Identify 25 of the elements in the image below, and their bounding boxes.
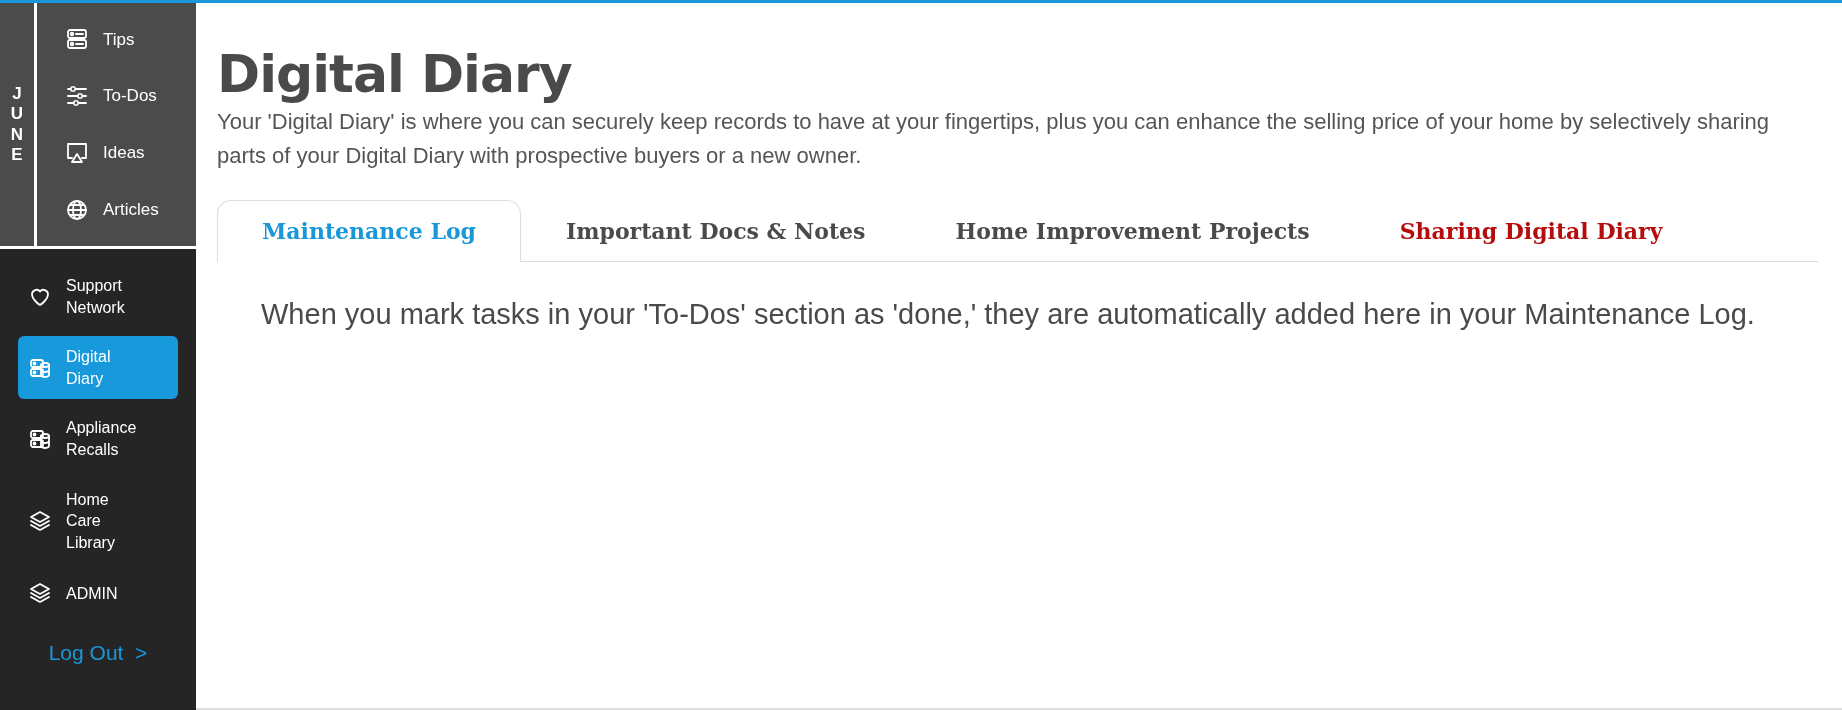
month-letter: N: [10, 124, 24, 145]
tab-content-text: When you mark tasks in your 'To-Dos' section as 'done,' they are automatically added here in your Maintenance Log.: [260, 296, 1756, 332]
logout-link[interactable]: Log Out >: [48, 637, 148, 669]
sidebar-item[interactable]: Appliance Recalls: [18, 407, 178, 471]
cards-icon: [65, 27, 89, 52]
sidebar-item[interactable]: Home Care Library: [18, 478, 178, 564]
globe-icon: [65, 197, 89, 222]
month-letter: U: [10, 104, 24, 125]
page-description: Your 'Digital Diary' is where you can securely keep records to have at your fingertips, plus you can enhance the selling price of your home by selectively sharing parts of your Digital Diary with prospective buyers or a new owner.: [217, 108, 1771, 171]
nav-link[interactable]: Tips: [65, 26, 196, 53]
nav-link[interactable]: Ideas: [65, 140, 196, 166]
layers-icon: [28, 508, 52, 533]
layers-icon: [28, 581, 52, 606]
nav-link[interactable]: Articles: [65, 196, 196, 223]
nav-link[interactable]: To-Dos: [65, 83, 196, 109]
tab[interactable]: Home Improvement Projects: [910, 199, 1355, 262]
tab[interactable]: Sharing Digital Diary: [1354, 199, 1708, 262]
sliders-icon: [65, 84, 89, 109]
month-letter: E: [11, 144, 23, 166]
screen-icon: [65, 140, 89, 165]
sidebar-item[interactable]: ADMIN: [18, 571, 178, 616]
tab[interactable]: Important Docs & Notes: [520, 199, 911, 262]
sidebar-item[interactable]: Support Network: [18, 265, 178, 329]
month-letter: J: [12, 83, 22, 105]
page-title: Digital Diary: [217, 43, 573, 106]
